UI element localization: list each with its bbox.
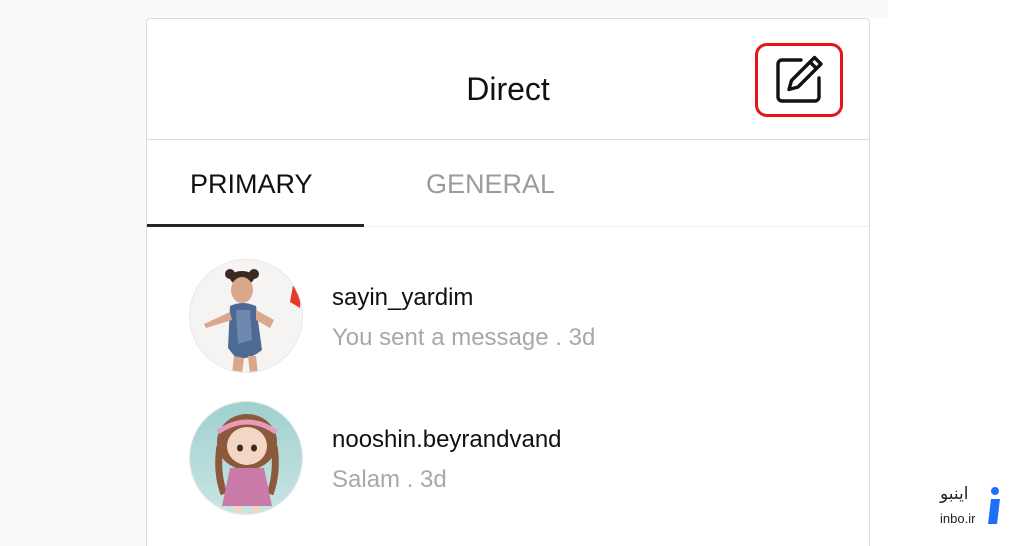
thread-preview: Salam . 3d: [332, 466, 447, 493]
compose-edit-icon: [776, 55, 823, 103]
thread-item[interactable]: sayin_yardim You sent a message . 3d: [189, 259, 829, 375]
thread-preview: You sent a message . 3d: [332, 324, 596, 351]
tab-bar: PRIMARY GENERAL: [147, 140, 869, 227]
tab-primary[interactable]: PRIMARY: [190, 168, 313, 200]
background-top: [146, 0, 888, 18]
active-tab-indicator: [147, 224, 364, 227]
background-left: [0, 0, 146, 546]
avatar-image: [190, 260, 302, 372]
watermark-text-fa: اینبو: [940, 484, 969, 504]
page: Direct PRIMARY GENERAL sayin_yardim You …: [0, 0, 1024, 546]
avatar-image: [190, 402, 302, 514]
direct-header: Direct: [147, 19, 869, 140]
avatar: [189, 259, 303, 373]
watermark-text: inbo.ir: [940, 511, 976, 526]
thread-username: nooshin.beyrandvand: [332, 426, 562, 453]
tab-general[interactable]: GENERAL: [426, 168, 555, 200]
direct-panel: Direct PRIMARY GENERAL sayin_yardim You …: [146, 18, 870, 546]
watermark-logo-icon: [988, 487, 1000, 524]
thread-item[interactable]: nooshin.beyrandvand Salam . 3d: [189, 401, 829, 517]
thread-username: sayin_yardim: [332, 284, 474, 311]
compose-button[interactable]: [755, 43, 843, 117]
avatar: [189, 401, 303, 515]
